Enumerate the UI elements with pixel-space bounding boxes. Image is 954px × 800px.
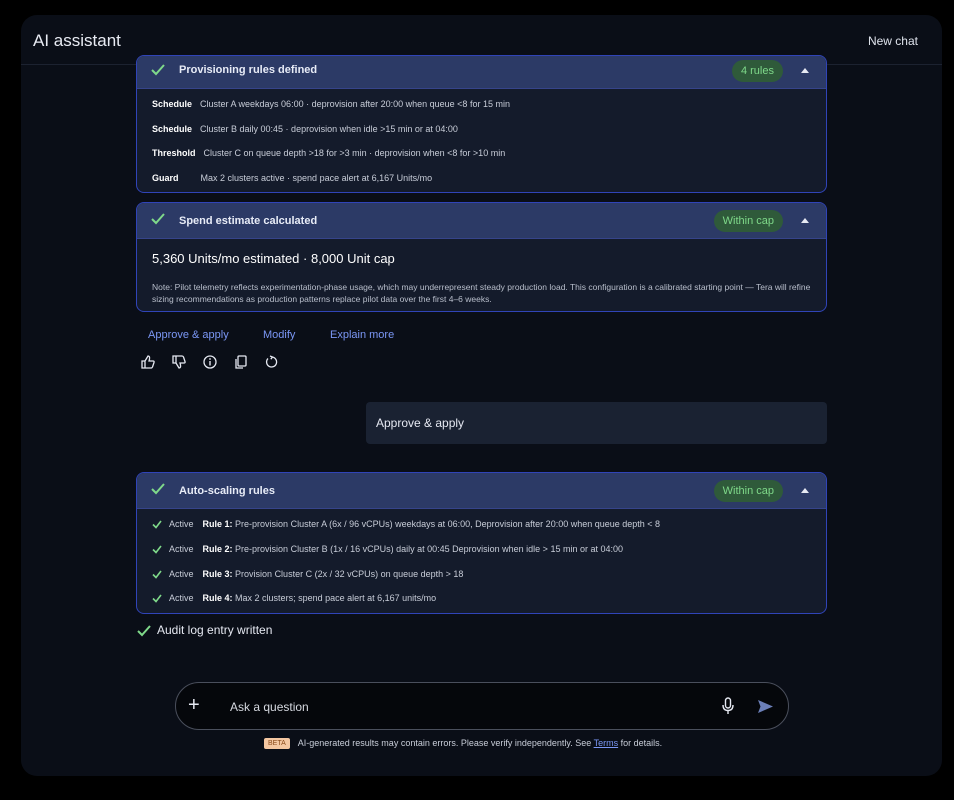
approve-apply-link[interactable]: Approve & apply <box>148 329 229 341</box>
microphone-icon[interactable] <box>722 697 734 715</box>
chevron-up-icon[interactable] <box>801 488 809 493</box>
rule-text: Cluster C on queue depth >18 for >3 min … <box>203 148 506 158</box>
rule-row: Schedule Cluster B daily 00:45 · deprovis… <box>152 124 458 134</box>
card-title: Auto-scaling rules <box>179 485 275 497</box>
chat-input-box: + <box>175 682 789 730</box>
audit-log-text: Audit log entry written <box>157 623 273 637</box>
check-icon <box>152 545 162 554</box>
user-message-bubble: Approve & apply <box>366 402 827 444</box>
explain-more-link[interactable]: Explain more <box>330 329 394 341</box>
beta-badge: BETA <box>264 738 290 750</box>
rule-label: Schedule <box>152 124 193 134</box>
card-title: Provisioning rules defined <box>179 64 318 76</box>
rule-status: Active <box>169 544 194 554</box>
modify-link[interactable]: Modify <box>263 329 295 341</box>
auto-scaling-card: Auto-scaling rules Within cap Active Rule… <box>136 472 827 614</box>
user-message-text: Approve & apply <box>376 416 465 430</box>
rule-status: Active <box>169 519 194 529</box>
card-header[interactable]: Auto-scaling rules Within cap <box>137 473 826 509</box>
rule-text: Max 2 clusters active · spend pace alert… <box>200 173 433 183</box>
copy-icon[interactable] <box>234 355 248 369</box>
card-header[interactable]: Provisioning rules defined 4 rules <box>137 56 826 89</box>
rule-name: Rule 3: <box>202 569 233 579</box>
page-title: AI assistant <box>33 31 121 50</box>
card-title: Spend estimate calculated <box>179 215 318 227</box>
spend-headline: 5,360 Units/mo estimated · 8,000 Unit ca… <box>152 251 395 266</box>
rule-name: Rule 1: <box>202 519 233 529</box>
rule-name: Rule 2: <box>202 544 233 554</box>
check-icon <box>152 570 162 579</box>
rule-name: Rule 4: <box>202 593 233 603</box>
autoscale-rule: Active Rule 3: Provision Cluster C (2x / … <box>152 569 463 579</box>
refresh-icon[interactable] <box>265 355 279 369</box>
provisioning-rules-card: Provisioning rules defined 4 rules Sched… <box>136 55 827 193</box>
spend-note: Note: Pilot telemetry reflects experimen… <box>152 282 811 304</box>
card-header[interactable]: Spend estimate calculated Within cap <box>137 203 826 239</box>
autoscale-rule: Active Rule 4: Max 2 clusters; spend pace… <box>152 593 436 603</box>
rule-text: Max 2 clusters; spend pace alert at 6,16… <box>235 593 437 603</box>
within-cap-badge: Within cap <box>713 210 783 232</box>
check-icon <box>151 64 165 76</box>
disclaimer: BETA AI-generated results may contain err… <box>264 738 663 750</box>
rule-label: Threshold <box>152 148 196 158</box>
check-icon <box>151 213 165 225</box>
check-icon <box>152 520 162 529</box>
thumbs-up-icon[interactable] <box>141 355 155 369</box>
terms-link[interactable]: Terms <box>594 738 619 748</box>
plus-icon[interactable]: + <box>188 695 200 715</box>
autoscale-rule: Active Rule 1: Pre-provision Cluster A (6… <box>152 519 660 529</box>
chat-input[interactable] <box>230 697 700 717</box>
rule-text: Cluster A weekdays 06:00 · deprovision a… <box>200 99 510 109</box>
disclaimer-suffix: for details. <box>620 738 663 748</box>
audit-log-status: Audit log entry written <box>137 623 272 637</box>
chevron-up-icon[interactable] <box>801 218 809 223</box>
rule-label: Guard <box>152 173 179 183</box>
rule-row: Threshold Cluster C on queue depth >18 fo… <box>152 148 505 158</box>
rules-count-badge: 4 rules <box>731 60 783 82</box>
rule-text: Cluster B daily 00:45 · deprovision when… <box>200 124 458 134</box>
rule-status: Active <box>169 569 194 579</box>
check-icon <box>152 594 162 603</box>
info-icon[interactable] <box>203 355 217 369</box>
rule-text: Pre-provision Cluster B (1x / 16 vCPUs) … <box>235 544 623 554</box>
within-cap-badge: Within cap <box>713 480 783 502</box>
check-icon <box>137 625 151 637</box>
rule-text: Provision Cluster C (2x / 32 vCPUs) on q… <box>235 569 464 579</box>
autoscale-rule: Active Rule 2: Pre-provision Cluster B (1… <box>152 544 623 554</box>
chevron-up-icon[interactable] <box>801 68 809 73</box>
rule-status: Active <box>169 593 194 603</box>
thumbs-down-icon[interactable] <box>172 355 186 369</box>
assistant-window: AI assistant New chat Provisioning rules… <box>21 15 942 776</box>
spend-estimate-card: Spend estimate calculated Within cap 5,3… <box>136 202 827 312</box>
rule-row: Guard Max 2 clusters active · spend pace … <box>152 173 432 183</box>
rule-text: Pre-provision Cluster A (6x / 96 vCPUs) … <box>235 519 661 529</box>
new-chat-button[interactable]: New chat <box>868 34 918 48</box>
rule-label: Schedule <box>152 99 193 109</box>
send-icon[interactable] <box>757 699 774 714</box>
check-icon <box>151 483 165 495</box>
disclaimer-text: AI-generated results may contain errors.… <box>297 738 592 748</box>
rule-row: Schedule Cluster A weekdays 06:00 · depro… <box>152 99 510 109</box>
